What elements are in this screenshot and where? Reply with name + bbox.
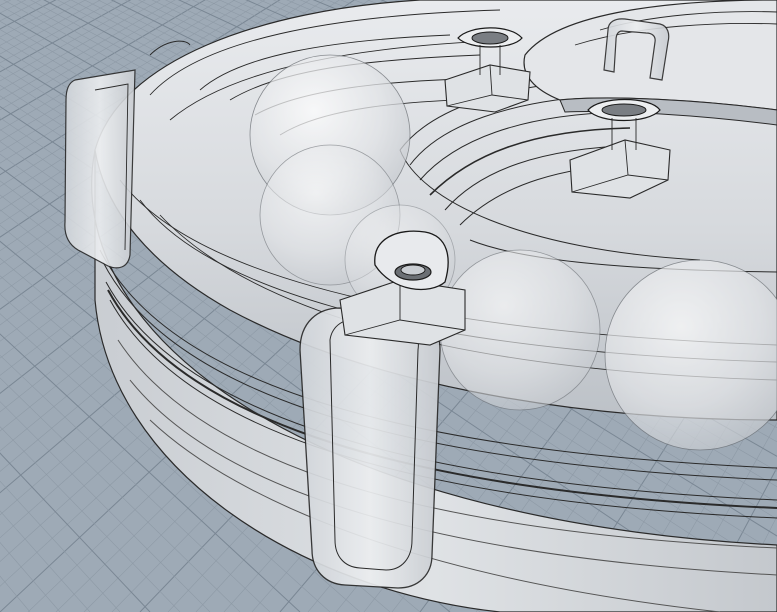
front-retaining-clip[interactable] <box>299 307 441 589</box>
grid-line <box>0 542 61 612</box>
cad-3d-viewport[interactable] <box>0 0 777 612</box>
viewport-canvas[interactable] <box>0 0 777 612</box>
